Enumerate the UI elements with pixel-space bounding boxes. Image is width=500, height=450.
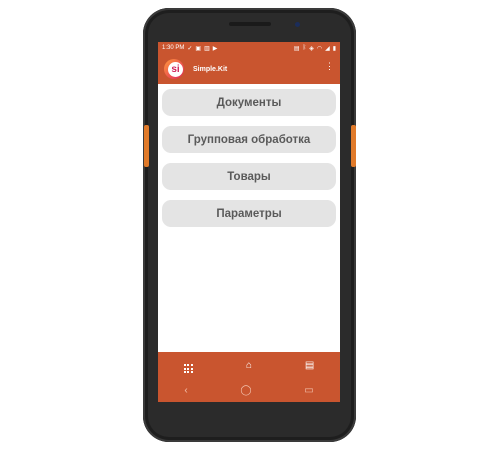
phone-screen: 1:30 PM ✓ ▣ ▥ ▶ ▤ ᛒ ◈ ◠ ◢ ▮ si Simple.Ki… bbox=[158, 42, 340, 402]
right-side-key[interactable] bbox=[351, 125, 356, 167]
front-camera bbox=[295, 22, 300, 27]
goods-button[interactable]: Товары bbox=[162, 163, 336, 190]
status-bar: 1:30 PM ✓ ▣ ▥ ▶ ▤ ᛒ ◈ ◠ ◢ ▮ bbox=[158, 42, 340, 54]
nfc-icon: ▤ bbox=[293, 45, 300, 52]
tab-home[interactable]: ⌂ bbox=[239, 360, 259, 371]
more-options-icon[interactable]: ⋮ bbox=[325, 62, 334, 71]
recents-button[interactable]: ▭ bbox=[304, 385, 313, 396]
wifi-icon: ◠ bbox=[316, 45, 323, 52]
battery-icon: ▮ bbox=[332, 45, 336, 52]
vibrate-icon: ◈ bbox=[309, 45, 314, 52]
batch-processing-button[interactable]: Групповая обработка bbox=[162, 126, 336, 153]
system-navigation: ‹ ◯ ▭ bbox=[158, 379, 340, 402]
earpiece-speaker bbox=[228, 22, 271, 26]
tab-messages[interactable]: ▤ bbox=[300, 360, 320, 371]
app-bar: si Simple.Kit ⋮ bbox=[158, 54, 340, 84]
main-menu: Документы Групповая обработка Товары Пар… bbox=[158, 84, 340, 227]
tab-apps[interactable] bbox=[178, 358, 198, 373]
signal-icon: ◢ bbox=[325, 45, 330, 52]
app-logo-text: si bbox=[168, 62, 183, 77]
bluetooth-icon: ᛒ bbox=[302, 45, 307, 51]
documents-button[interactable]: Документы bbox=[162, 89, 336, 116]
home-icon: ⌂ bbox=[245, 360, 252, 371]
bottom-navigation: ⌂ ▤ ‹ ◯ ▭ bbox=[158, 352, 340, 402]
home-button[interactable]: ◯ bbox=[240, 385, 251, 396]
left-side-key[interactable] bbox=[144, 125, 149, 167]
message-icon: ▤ bbox=[304, 360, 315, 371]
keyboard-icon: ▥ bbox=[204, 45, 210, 52]
video-icon: ▶ bbox=[212, 45, 218, 52]
check-icon: ✓ bbox=[187, 45, 193, 52]
app-logo: si bbox=[164, 59, 184, 79]
image-icon: ▣ bbox=[195, 45, 202, 52]
app-title: Simple.Kit bbox=[193, 65, 228, 73]
back-button[interactable]: ‹ bbox=[184, 385, 187, 396]
parameters-button[interactable]: Параметры bbox=[162, 200, 336, 227]
status-time: 1:30 PM bbox=[162, 45, 185, 51]
apps-grid-icon bbox=[183, 364, 193, 373]
